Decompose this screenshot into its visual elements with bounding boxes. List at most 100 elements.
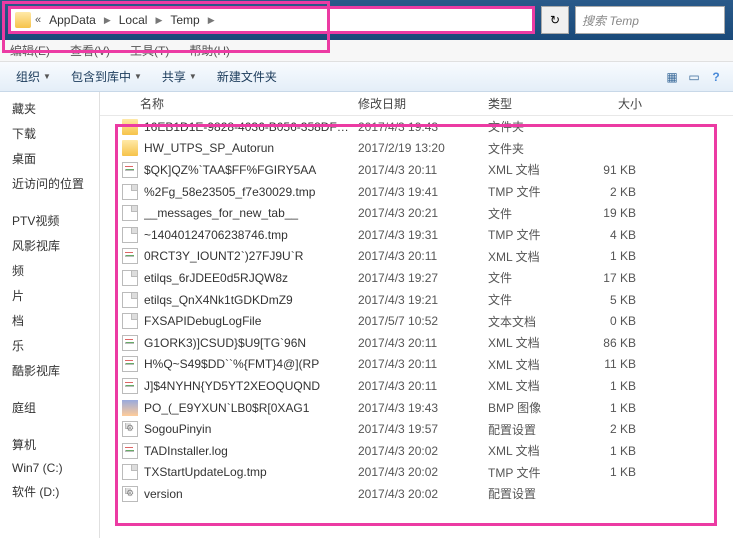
file-type: TMP 文件 bbox=[480, 226, 570, 243]
file-type: XML 文档 bbox=[480, 442, 570, 459]
newfolder-button[interactable]: 新建文件夹 bbox=[209, 65, 285, 88]
col-size[interactable]: 大小 bbox=[570, 92, 650, 116]
share-button[interactable]: 共享▼ bbox=[154, 65, 205, 88]
folder-icon bbox=[122, 140, 138, 156]
table-row[interactable]: SogouPinyin2017/4/3 19:57配置设置2 KB bbox=[100, 418, 733, 440]
menu-help[interactable]: 帮助(H) bbox=[179, 42, 240, 59]
table-row[interactable]: etilqs_QnX4Nk1tGDKDmZ92017/4/3 19:21文件5 … bbox=[100, 289, 733, 311]
file-size: 1 KB bbox=[570, 465, 650, 479]
file-name: __messages_for_new_tab__ bbox=[144, 206, 350, 220]
sidebar-item[interactable]: 乐 bbox=[0, 333, 99, 358]
sidebar-item[interactable]: 风影视库 bbox=[0, 233, 99, 258]
file-name: PO_(_E9YXUN`LB0$R[0XAG1 bbox=[144, 401, 350, 415]
crumb-temp[interactable]: Temp bbox=[166, 11, 203, 29]
chevron-right-icon[interactable]: ▶ bbox=[208, 15, 215, 26]
file-size: 17 KB bbox=[570, 271, 650, 285]
sidebar-item[interactable]: 近访问的位置 bbox=[0, 171, 99, 196]
chevron-right-icon[interactable]: ▶ bbox=[155, 15, 162, 26]
file-date: 2017/4/3 20:02 bbox=[350, 465, 480, 479]
file-type: 配置设置 bbox=[480, 485, 570, 502]
table-row[interactable]: G1ORK3)]CSUD}$U9[TG`96N2017/4/3 20:11XML… bbox=[100, 332, 733, 354]
file-date: 2017/4/3 19:57 bbox=[350, 422, 480, 436]
table-row[interactable]: %2Fg_58e23505_f7e30029.tmp2017/4/3 19:41… bbox=[100, 181, 733, 203]
table-row[interactable]: PO_(_E9YXUN`LB0$R[0XAG12017/4/3 19:43BMP… bbox=[100, 397, 733, 419]
sidebar-item[interactable]: 片 bbox=[0, 283, 99, 308]
sidebar-item[interactable]: 频 bbox=[0, 258, 99, 283]
sidebar-homegroup[interactable]: 庭组 bbox=[0, 395, 99, 420]
sidebar-item[interactable]: 桌面 bbox=[0, 146, 99, 171]
xml-icon bbox=[122, 162, 138, 178]
file-date: 2017/4/3 19:31 bbox=[350, 228, 480, 242]
file-name: 0RCT3Y_IOUNT2`)27FJ9U`R bbox=[144, 249, 350, 263]
file-type: XML 文档 bbox=[480, 356, 570, 373]
file-type: XML 文档 bbox=[480, 161, 570, 178]
sidebar-item[interactable]: 档 bbox=[0, 308, 99, 333]
table-row[interactable]: 0RCT3Y_IOUNT2`)27FJ9U`R2017/4/3 20:11XML… bbox=[100, 246, 733, 268]
file-date: 2017/4/3 19:27 bbox=[350, 271, 480, 285]
table-row[interactable]: TXStartUpdateLog.tmp2017/4/3 20:02TMP 文件… bbox=[100, 462, 733, 484]
txt-icon bbox=[122, 313, 138, 329]
table-row[interactable]: __messages_for_new_tab__2017/4/3 20:21文件… bbox=[100, 202, 733, 224]
sidebar: 藏夹 下载 桌面 近访问的位置 PTV视频 风影视库 频 片 档 乐 酷影视库 … bbox=[0, 92, 100, 538]
file-size: 91 KB bbox=[570, 163, 650, 177]
col-date[interactable]: 修改日期 bbox=[350, 92, 480, 116]
help-icon[interactable]: ? bbox=[707, 68, 725, 86]
col-type[interactable]: 类型 bbox=[480, 92, 570, 116]
preview-icon[interactable]: ▭ bbox=[685, 68, 703, 86]
sidebar-item[interactable]: 软件 (D:) bbox=[0, 479, 99, 504]
menu-tools[interactable]: 工具(T) bbox=[120, 42, 179, 59]
file-date: 2017/5/7 10:52 bbox=[350, 314, 480, 328]
col-name[interactable]: 名称 bbox=[100, 92, 350, 116]
sidebar-item[interactable]: 藏夹 bbox=[0, 96, 99, 121]
include-button[interactable]: 包含到库中▼ bbox=[63, 65, 150, 88]
file-size: 2 KB bbox=[570, 422, 650, 436]
table-row[interactable]: ~14040124706238746.tmp2017/4/3 19:31TMP … bbox=[100, 224, 733, 246]
breadcrumb[interactable]: « AppData ▶ Local ▶ Temp ▶ bbox=[8, 6, 535, 34]
file-date: 2017/4/3 20:21 bbox=[350, 206, 480, 220]
back-chevrons[interactable]: « bbox=[35, 14, 41, 26]
table-row[interactable]: H%Q~S49$DD``%{FMT}4@](RP2017/4/3 20:11XM… bbox=[100, 354, 733, 376]
sidebar-libraries: PTV视频 风影视库 频 片 档 乐 酷影视库 bbox=[0, 208, 99, 383]
file-name: H%Q~S49$DD``%{FMT}4@](RP bbox=[144, 357, 350, 371]
crumb-local[interactable]: Local bbox=[115, 11, 152, 29]
sidebar-item[interactable]: 下载 bbox=[0, 121, 99, 146]
file-size: 19 KB bbox=[570, 206, 650, 220]
organize-button[interactable]: 组织▼ bbox=[8, 65, 59, 88]
file-list: 名称 修改日期 类型 大小 16EB1D1E-9828-4036-B056-35… bbox=[100, 92, 733, 538]
search-placeholder: 搜索 Temp bbox=[582, 12, 639, 29]
sidebar-item[interactable]: PTV视频 bbox=[0, 208, 99, 233]
file-icon bbox=[122, 205, 138, 221]
xml-icon bbox=[122, 378, 138, 394]
table-row[interactable]: HW_UTPS_SP_Autorun2017/2/19 13:20文件夹 bbox=[100, 138, 733, 160]
xml-icon bbox=[122, 443, 138, 459]
view-icon[interactable]: ▦ bbox=[663, 68, 681, 86]
table-row[interactable]: J]$4NYHN{YD5YT2XEOQUQND2017/4/3 20:11XML… bbox=[100, 375, 733, 397]
search-input[interactable]: 搜索 Temp bbox=[575, 6, 725, 34]
table-row[interactable]: FXSAPIDebugLogFile2017/5/7 10:52文本文档0 KB bbox=[100, 310, 733, 332]
file-type: 文件夹 bbox=[480, 118, 570, 135]
chevron-right-icon[interactable]: ▶ bbox=[104, 15, 111, 26]
file-icon bbox=[122, 270, 138, 286]
table-row[interactable]: version2017/4/3 20:02配置设置 bbox=[100, 483, 733, 505]
address-bar: « AppData ▶ Local ▶ Temp ▶ ↻ 搜索 Temp bbox=[0, 0, 733, 40]
refresh-button[interactable]: ↻ bbox=[541, 6, 569, 34]
table-row[interactable]: TADInstaller.log2017/4/3 20:02XML 文档1 KB bbox=[100, 440, 733, 462]
file-type: BMP 图像 bbox=[480, 399, 570, 416]
sidebar-item[interactable]: Win7 (C:) bbox=[0, 457, 99, 479]
toolbar: 组织▼ 包含到库中▼ 共享▼ 新建文件夹 ▦ ▭ ? bbox=[0, 62, 733, 92]
menu-edit[interactable]: 编辑(E) bbox=[0, 42, 60, 59]
file-name: TXStartUpdateLog.tmp bbox=[144, 465, 350, 479]
file-date: 2017/4/3 20:11 bbox=[350, 163, 480, 177]
folder-icon bbox=[15, 12, 31, 28]
file-name: SogouPinyin bbox=[144, 422, 350, 436]
menu-view[interactable]: 查看(V) bbox=[60, 42, 120, 59]
sidebar-item[interactable]: 算机 bbox=[0, 432, 99, 457]
table-row[interactable]: etilqs_6rJDEE0d5RJQW8z2017/4/3 19:27文件17… bbox=[100, 267, 733, 289]
sidebar-item[interactable]: 酷影视库 bbox=[0, 358, 99, 383]
crumb-appdata[interactable]: AppData bbox=[45, 11, 100, 29]
file-type: 配置设置 bbox=[480, 421, 570, 438]
file-size: 1 KB bbox=[570, 379, 650, 393]
table-row[interactable]: $QK]QZ%`TAA$FF%FGIRY5AA2017/4/3 20:11XML… bbox=[100, 159, 733, 181]
file-date: 2017/4/3 20:11 bbox=[350, 249, 480, 263]
table-row[interactable]: 16EB1D1E-9828-4036-B056-358DFF8...2017/4… bbox=[100, 116, 733, 138]
